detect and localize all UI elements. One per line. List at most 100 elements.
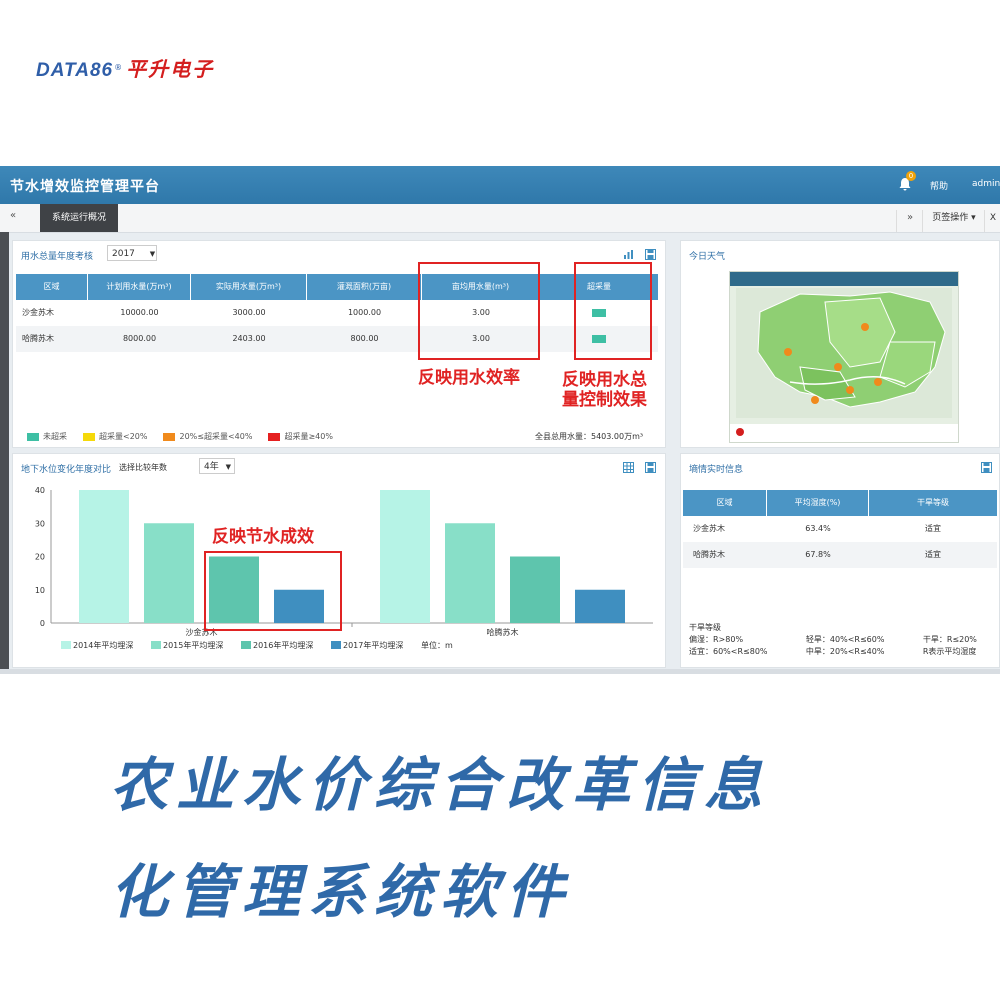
bar (144, 523, 194, 623)
moisture-panel: 墒情实时信息 区域 平均湿度(%) 干旱等级 沙金苏木 63.4% 适宜 哈腾苏… (680, 453, 1000, 668)
chevron-down-icon: ▼ (225, 463, 231, 471)
legend-swatch (331, 641, 341, 649)
app-window: 节水增效监控管理平台 0 帮助 admin « 系统运行概况 » 页签操作 ▾ … (0, 166, 1000, 674)
table-view-icon[interactable] (623, 462, 634, 473)
sidebar-collapsed (0, 232, 9, 674)
brand-name-cn: 平升电子 (126, 57, 215, 81)
top-bar: 节水增效监控管理平台 0 帮助 admin (0, 166, 1000, 204)
cell-region: 哈腾苏木 (22, 334, 54, 343)
moisture-table-header: 区域 平均湿度(%) 干旱等级 (683, 490, 997, 516)
legend-swatch (83, 432, 95, 441)
year-select[interactable]: 2017 ▼ (107, 245, 157, 261)
brand-name-en: DATA86 (36, 60, 114, 81)
annotation-box-saving (204, 551, 342, 631)
cell-planned: 10000.00 (120, 308, 159, 317)
cell-drought-level: 适宜 (925, 550, 941, 559)
notes-row: 适宜：60%<R≤80% 中旱：20%<R≤40% R表示平均湿度 (689, 646, 993, 658)
col-planned: 计划用水量(万m³) (88, 274, 191, 300)
panel-title: 地下水位变化年度对比 (21, 465, 112, 475)
annotation-control-line2: 量控制效果 (562, 390, 647, 410)
tab-close-button[interactable]: X (984, 210, 1000, 232)
annotation-box-control (574, 262, 652, 360)
note-item: R表示平均湿度 (922, 647, 977, 656)
cell-actual: 3000.00 (232, 308, 266, 317)
col-humidity: 平均湿度(%) (767, 490, 869, 516)
overdraft-legend: 未超采 超采量<20% 20%≤超采量<40% 超采量≥40% (27, 431, 349, 442)
cell-humidity: 63.4% (805, 524, 831, 533)
compare-years-label: 选择比较年数 (119, 463, 167, 472)
weather-panel: 今日天气 (680, 240, 1000, 448)
panel-title: 用水总量年度考核 (21, 252, 94, 262)
bar (380, 490, 430, 623)
tab-scroll-right-button[interactable]: » (896, 210, 923, 232)
bar (79, 490, 129, 623)
panel-title: 墒情实时信息 (689, 465, 744, 475)
tab-system-overview[interactable]: 系统运行概况 (40, 204, 118, 232)
compare-years-select[interactable]: 4年 ▼ (199, 458, 235, 474)
caption-line-2: 化管理系统软件 (110, 858, 573, 926)
legend-swatch (151, 641, 161, 649)
table-row: 沙金苏木 10000.00 3000.00 1000.00 3.00 (16, 300, 658, 326)
cell-humidity: 67.8% (805, 550, 831, 559)
annotation-efficiency: 反映用水效率 (418, 368, 520, 388)
note-item: 干旱：R≤20% (922, 635, 977, 644)
tab-bar: « 系统运行概况 » 页签操作 ▾ X (0, 204, 1000, 233)
note-item: 中旱：20%<R≤40% (805, 647, 885, 656)
bar-chart-icon[interactable] (623, 249, 634, 260)
table-row: 哈腾苏木 8000.00 2403.00 800.00 3.00 (16, 326, 658, 352)
note-item: 适宜：60%<R≤80% (689, 647, 768, 656)
col-area: 灌溉面积(万亩) (307, 274, 422, 300)
weather-map[interactable] (729, 271, 959, 443)
legend-label: 未超采 (43, 432, 67, 441)
tab-operations-dropdown[interactable]: 页签操作 ▾ (922, 210, 985, 232)
note-item: 偏湿：R>80% (689, 635, 744, 644)
legend-item: 20%≤超采量<40% (163, 431, 252, 442)
y-tick-label: 10 (35, 586, 45, 595)
panel-title: 今日天气 (689, 252, 726, 262)
bar (445, 523, 495, 623)
caption-line-1: 农业水价综合改革信息 (110, 751, 771, 819)
tab-scroll-left-button[interactable]: « (10, 210, 16, 221)
bar (510, 556, 560, 623)
cell-actual: 2403.00 (232, 334, 266, 343)
notes-row: 偏湿：R>80% 轻旱：40%<R≤60% 干旱：R≤20% (689, 634, 993, 646)
cell-planned: 8000.00 (122, 334, 157, 343)
y-tick-label: 30 (35, 519, 45, 528)
cell-area: 800.00 (350, 334, 379, 343)
col-actual: 实际用水量(万m³) (191, 274, 307, 300)
water-table-header: 区域 计划用水量(万m³) 实际用水量(万m³) 灌溉面积(万亩) 亩均用水量(… (16, 274, 658, 300)
cell-area: 1000.00 (347, 308, 382, 317)
save-icon[interactable] (981, 462, 992, 473)
legend-label: 2015年平均埋深 (163, 640, 223, 650)
col-region: 区域 (16, 274, 88, 300)
annotation-box-efficiency (418, 262, 540, 360)
notes-title: 干旱等级 (689, 623, 721, 632)
help-link[interactable]: 帮助 (930, 179, 948, 192)
legend-label: 超采量≥40% (284, 432, 333, 441)
col-drought-level: 干旱等级 (917, 498, 949, 507)
save-icon[interactable] (645, 249, 656, 260)
legend-item: 未超采 (27, 431, 67, 442)
legend-item: 超采量≥40% (268, 431, 333, 442)
y-tick-label: 0 (40, 619, 45, 628)
user-menu[interactable]: admin (972, 179, 1000, 189)
cell-region: 沙金苏木 (693, 524, 725, 533)
save-icon[interactable] (645, 462, 656, 473)
bottom-bar (0, 669, 1000, 674)
annotation-saving: 反映节水成效 (212, 527, 314, 547)
cell-region: 哈腾苏木 (693, 550, 725, 559)
legend-label: 2016年平均埋深 (253, 640, 313, 650)
registered-mark: ® (114, 63, 123, 72)
legend-item: 超采量<20% (83, 431, 147, 442)
bar (575, 589, 625, 623)
y-tick-label: 20 (35, 553, 45, 562)
legend-swatch (61, 641, 71, 649)
legend-label: 超采量<20% (99, 432, 148, 441)
region-map-image (730, 272, 958, 442)
compare-years-value: 4年 (204, 462, 219, 472)
chevron-down-icon: ▼ (149, 250, 156, 258)
legend-label: 20%≤超采量<40% (179, 432, 253, 441)
table-row: 哈腾苏木 67.8% 适宜 (683, 542, 997, 568)
total-water-usage: 全县总用水量：5403.00万m³ (535, 432, 644, 441)
legend-label: 2017年平均埋深 (343, 640, 403, 650)
